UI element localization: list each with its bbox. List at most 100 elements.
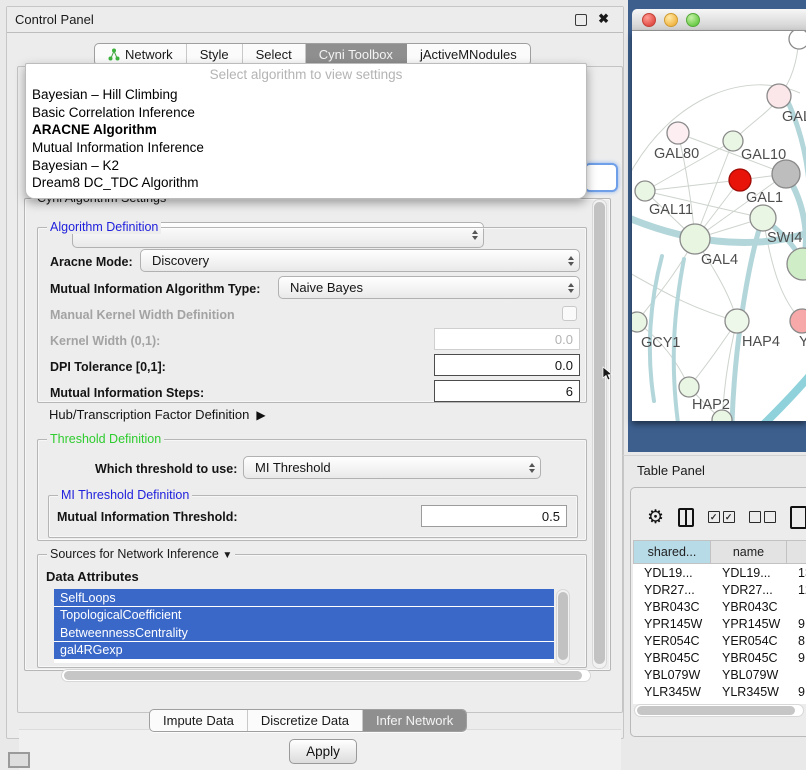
- algorithm-option[interactable]: Mutual Information Inference: [26, 139, 586, 157]
- algorithm-option[interactable]: Basic Correlation Inference: [26, 104, 586, 122]
- list-item[interactable]: gal4RGexp: [54, 642, 554, 659]
- aracne-mode-combo[interactable]: Discovery: [140, 249, 580, 272]
- list-item[interactable]: BetweennessCentrality: [54, 624, 554, 641]
- hub-definition-toggle[interactable]: Hub/Transcription Factor Definition ▶: [49, 407, 266, 422]
- manual-kernel-checkbox[interactable]: [562, 306, 577, 321]
- list-item[interactable]: TopologicalCoefficient: [54, 607, 554, 624]
- node-label: GAL11: [649, 202, 693, 218]
- table-row[interactable]: YPR145WYPR145W9.: [633, 615, 806, 632]
- node-pink[interactable]: [790, 309, 806, 333]
- cyni-bottom-tabs: Impute Data Discretize Data Infer Networ…: [149, 709, 467, 732]
- sources-group-title[interactable]: Sources for Network Inference ▼: [47, 547, 235, 561]
- dpi-tolerance-input[interactable]: 0.0: [434, 354, 580, 376]
- table-cell: 12: [787, 583, 806, 597]
- network-window-titlebar[interactable]: [632, 9, 806, 31]
- tab-label: Select: [256, 47, 292, 62]
- column-header-shared[interactable]: shared...: [633, 540, 711, 564]
- checked-checkbox-icon: ✓: [723, 511, 735, 523]
- algorithm-option-selected[interactable]: ARACNE Algorithm: [26, 121, 586, 139]
- table-row[interactable]: YER054CYER054C8.: [633, 632, 806, 649]
- close-icon[interactable]: ✖: [598, 11, 609, 27]
- kernel-width-input[interactable]: 0.0: [434, 328, 580, 350]
- show-selected-columns-icon[interactable]: ✓ ✓: [708, 511, 735, 523]
- node-gal1[interactable]: [750, 205, 776, 231]
- column-header-name[interactable]: name: [711, 540, 787, 564]
- tab-cyni-toolbox[interactable]: Cyni Toolbox: [306, 44, 407, 65]
- tab-infer-network[interactable]: Infer Network: [363, 710, 466, 731]
- table-cell: YLR345W: [711, 685, 787, 699]
- table-row[interactable]: YDL19...YDL19...13: [633, 564, 806, 581]
- unchecked-checkbox-icon: [749, 511, 761, 523]
- tab-label: Network: [125, 47, 173, 62]
- float-panel-icon[interactable]: [8, 752, 30, 768]
- apply-button[interactable]: Apply: [289, 739, 357, 764]
- node-gal-cut[interactable]: [767, 84, 791, 108]
- node-hap4[interactable]: [725, 309, 749, 333]
- table-row[interactable]: YLR345WYLR345W9.: [633, 683, 806, 700]
- hide-columns-icon[interactable]: [749, 511, 776, 523]
- document-icon[interactable]: [790, 506, 806, 529]
- inference-algorithm-combo-fragment[interactable]: [584, 163, 618, 192]
- mi-steps-label: Mutual Information Steps:: [50, 386, 204, 400]
- node-hap2[interactable]: [679, 377, 699, 397]
- column-header-cut[interactable]: [787, 540, 806, 564]
- algorithm-option[interactable]: Bayesian – Hill Climbing: [26, 86, 586, 104]
- node-gal80[interactable]: [667, 122, 689, 144]
- mi-steps-input[interactable]: 6: [434, 380, 580, 402]
- network-canvas[interactable]: GAL GAL80 GAL10 GAL1 GAL11 SWI4 GAL4 GCY…: [632, 31, 806, 421]
- mi-threshold-input[interactable]: 0.5: [421, 505, 567, 527]
- table-cell: 9.: [787, 651, 806, 665]
- table-hscrollbar[interactable]: [634, 704, 804, 717]
- tab-style[interactable]: Style: [187, 44, 243, 65]
- node[interactable]: [789, 31, 806, 49]
- settings-vscrollbar[interactable]: [592, 199, 607, 669]
- table-cell: YBL079W: [633, 668, 711, 682]
- tab-label: Discretize Data: [261, 713, 349, 728]
- table-cell: YER054C: [711, 634, 787, 648]
- control-panel-titlebar: Control Panel: [7, 7, 623, 33]
- tab-impute-data[interactable]: Impute Data: [150, 710, 248, 731]
- mi-threshold-group: MI Threshold Definition Mutual Informati…: [48, 495, 578, 538]
- node-gal11[interactable]: [635, 181, 655, 201]
- node-label: GAL4: [701, 252, 738, 268]
- network-graph: GAL GAL80 GAL10 GAL1 GAL11 SWI4 GAL4 GCY…: [632, 31, 806, 421]
- tab-network[interactable]: Network: [95, 44, 187, 65]
- zoom-traffic-light-icon[interactable]: [686, 13, 700, 27]
- table-cell: 9.: [787, 617, 806, 631]
- tab-select[interactable]: Select: [243, 44, 306, 65]
- algorithm-option[interactable]: Dream8 DC_TDC Algorithm: [26, 174, 586, 192]
- screen: { "colors": { "selection_blue": "#3a68c8…: [0, 0, 806, 762]
- node-selected-red[interactable]: [729, 169, 751, 191]
- minimize-traffic-light-icon[interactable]: [664, 13, 678, 27]
- algorithm-option[interactable]: Bayesian – K2: [26, 156, 586, 174]
- tab-discretize-data[interactable]: Discretize Data: [248, 710, 363, 731]
- threshold-definition-title: Threshold Definition: [47, 432, 164, 446]
- tab-label: Impute Data: [163, 713, 234, 728]
- node-gal4[interactable]: [680, 224, 710, 254]
- node-gal10[interactable]: [723, 131, 743, 151]
- settings-hscrollbar[interactable]: [61, 669, 591, 682]
- manual-kernel-label: Manual Kernel Width Definition: [50, 308, 235, 322]
- tab-jactivemnodules[interactable]: jActiveMNodules: [407, 44, 530, 65]
- list-scrollbar[interactable]: [556, 589, 570, 665]
- node-gray[interactable]: [772, 160, 800, 188]
- which-threshold-combo[interactable]: MI Threshold: [243, 456, 541, 479]
- table-rows: YDL19...YDL19...13YDR27...YDR27...12YBR0…: [633, 564, 806, 704]
- table-cell: YDR27...: [711, 583, 787, 597]
- data-attributes-list[interactable]: SelfLoops TopologicalCoefficient Between…: [54, 589, 554, 663]
- node-big-green[interactable]: [787, 248, 806, 280]
- table-row[interactable]: YBR043CYBR043C: [633, 598, 806, 615]
- gear-icon[interactable]: ⚙: [647, 508, 664, 527]
- mi-type-combo[interactable]: Naive Bayes: [278, 276, 580, 299]
- float-window-icon[interactable]: [575, 14, 587, 26]
- table-row[interactable]: YBR045CYBR045C9.: [633, 649, 806, 666]
- algorithm-definition-group: Algorithm Definition Aracne Mode: Discov…: [37, 227, 587, 403]
- close-traffic-light-icon[interactable]: [642, 13, 656, 27]
- list-item[interactable]: SelfLoops: [54, 589, 554, 606]
- stepper-icon: [568, 283, 574, 293]
- mi-threshold-label: Mutual Information Threshold:: [57, 510, 238, 524]
- table-row[interactable]: YDR27...YDR27...12: [633, 581, 806, 598]
- node-gcy1[interactable]: [632, 312, 647, 332]
- column-layout-icon[interactable]: [678, 508, 694, 527]
- table-row[interactable]: YBL079WYBL079W: [633, 666, 806, 683]
